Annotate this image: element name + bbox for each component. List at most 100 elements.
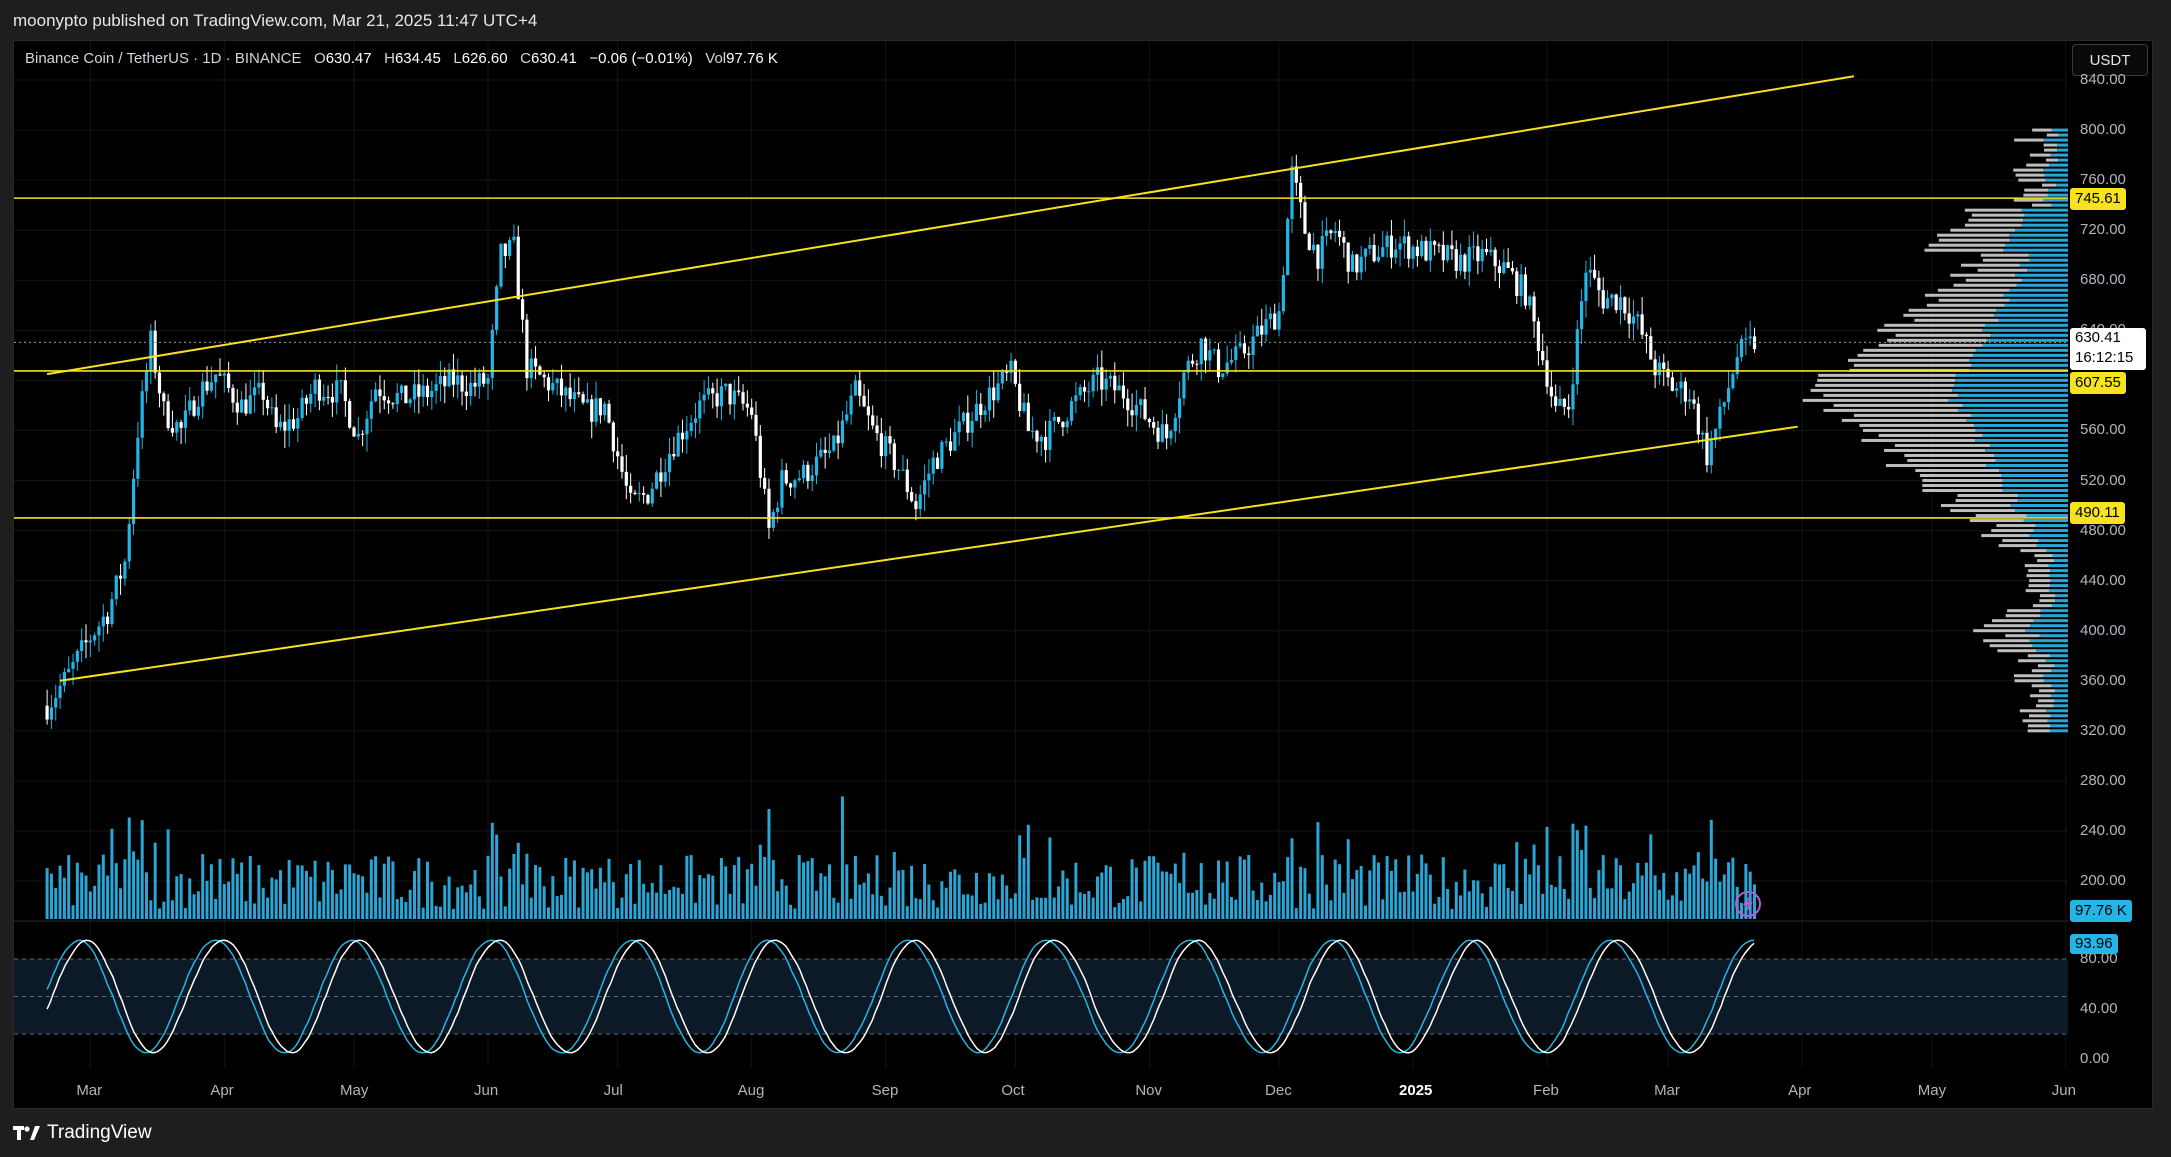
- candle-body: [702, 394, 706, 401]
- volume-bar: [1312, 908, 1316, 919]
- candle-body: [1705, 432, 1709, 466]
- volume-bar: [434, 905, 438, 919]
- volume-bar: [508, 868, 512, 919]
- profile-bar-sell: [1863, 348, 1976, 352]
- candle-body: [1688, 399, 1692, 402]
- candle-body: [1381, 247, 1385, 257]
- candle-body: [1458, 254, 1463, 271]
- volume-bar: [1320, 855, 1324, 919]
- profile-bar-sell: [2026, 163, 2050, 167]
- volume-bar: [1597, 870, 1601, 919]
- profile-bar-buy: [2009, 288, 2068, 292]
- price-tick: 720.00: [2080, 221, 2126, 239]
- candle-body: [1497, 266, 1502, 274]
- chart-svg[interactable]: [0, 0, 2171, 1157]
- volume-bar: [1688, 873, 1692, 919]
- candle-body: [244, 399, 248, 414]
- candle-body: [175, 422, 179, 433]
- profile-bar-buy: [1995, 458, 2068, 462]
- profile-bar-buy: [2052, 554, 2068, 558]
- candle-body: [629, 485, 633, 493]
- candle-body: [875, 425, 879, 434]
- candle-body: [209, 382, 213, 391]
- volume-bar: [1130, 859, 1134, 919]
- low-label: L: [453, 50, 462, 67]
- candle-body: [974, 403, 979, 421]
- candle-body: [1562, 398, 1566, 407]
- profile-bar-sell: [1907, 458, 1996, 462]
- volume-bar: [127, 817, 131, 919]
- volume-bar: [145, 872, 149, 919]
- profile-bar-sell: [1922, 484, 2003, 488]
- volume-bar: [936, 907, 940, 919]
- candle-body: [231, 387, 235, 403]
- candle-body: [1329, 230, 1333, 234]
- candle-body: [1614, 294, 1618, 311]
- candle-body: [1484, 248, 1489, 253]
- volume-bar: [702, 878, 706, 919]
- symbol-name[interactable]: Binance Coin / TetherUS · 1D · BINANCE: [25, 50, 302, 67]
- volume-bar: [469, 884, 473, 919]
- profile-bar-buy: [2016, 283, 2068, 287]
- volume-bar: [313, 860, 317, 919]
- candle-body: [45, 705, 49, 720]
- profile-bar-buy: [2051, 684, 2068, 688]
- candle-body: [1476, 246, 1480, 262]
- candle-body: [1618, 297, 1623, 311]
- profile-bar-sell: [1928, 243, 2006, 247]
- candle-body: [97, 626, 101, 636]
- volume-bar: [192, 894, 196, 919]
- volume-bar: [153, 842, 157, 919]
- candle-body: [1182, 372, 1186, 399]
- profile-bar-buy: [2049, 163, 2068, 167]
- volume-bar: [953, 869, 957, 919]
- profile-bar-buy: [1982, 343, 2068, 347]
- candle-body: [330, 397, 334, 403]
- profile-bar-sell: [1983, 624, 2031, 628]
- candle-body: [659, 472, 663, 482]
- candle-body: [399, 385, 404, 394]
- candle-body: [862, 395, 866, 407]
- volume-bar: [1048, 837, 1052, 919]
- candle-body: [953, 432, 957, 451]
- volume-bar: [897, 870, 901, 919]
- candle-body: [1696, 403, 1700, 435]
- tradingview-logo[interactable]: TradingView: [13, 1122, 152, 1144]
- volume-bar: [1385, 856, 1389, 919]
- profile-bar-buy: [2047, 719, 2068, 723]
- time-tick: Sep: [871, 1082, 899, 1099]
- profile-bar-buy: [2043, 674, 2068, 678]
- alert-bolt-icon[interactable]: [1733, 889, 1763, 919]
- volume-bar: [538, 867, 542, 919]
- volume-bar: [1662, 872, 1666, 919]
- candle-body: [642, 493, 646, 495]
- candle-body: [1234, 346, 1238, 360]
- profile-bar-buy: [2035, 524, 2068, 528]
- candle-body: [1208, 350, 1212, 361]
- volume-bar: [832, 897, 836, 919]
- volume-bar: [67, 855, 71, 919]
- profile-bar-buy: [2033, 619, 2068, 623]
- volume-bar: [1359, 865, 1363, 919]
- volume-bar: [1260, 882, 1264, 919]
- time-tick: Apr: [1788, 1082, 1812, 1099]
- profile-bar-sell: [1996, 524, 2036, 528]
- candle-body: [957, 421, 961, 433]
- profile-bar-buy: [1994, 453, 2068, 457]
- volume-bar: [175, 876, 179, 919]
- volume-bar: [291, 887, 295, 919]
- profile-bar-buy: [2015, 273, 2068, 277]
- candle-body: [110, 599, 114, 625]
- candle-body: [1022, 402, 1026, 411]
- candle-body: [248, 395, 252, 414]
- profile-bar-buy: [2009, 238, 2068, 242]
- candle-body: [1178, 398, 1182, 418]
- candle-body: [339, 380, 343, 382]
- volume-bar: [1178, 882, 1182, 919]
- candle-body: [1541, 350, 1545, 361]
- candle-body: [611, 422, 615, 452]
- volume-bar: [1238, 856, 1242, 919]
- symbol-legend[interactable]: Binance Coin / TetherUS · 1D · BINANCE O…: [25, 50, 778, 67]
- profile-bar-sell: [1857, 353, 1974, 357]
- candle-body: [927, 473, 931, 481]
